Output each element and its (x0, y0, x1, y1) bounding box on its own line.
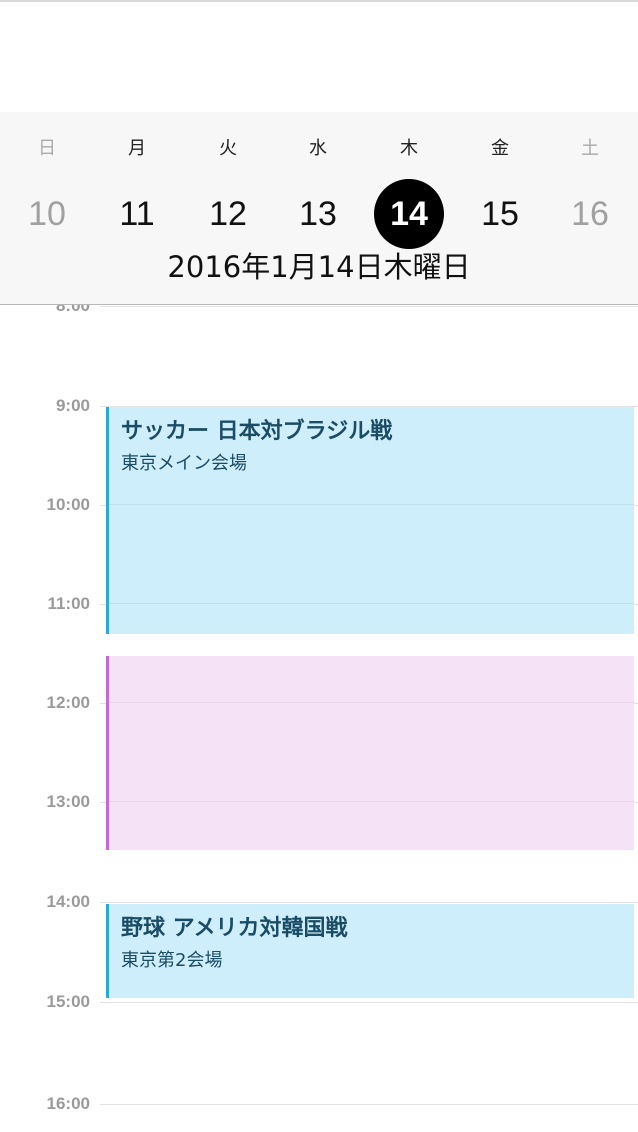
event-baseball[interactable]: 野球 アメリカ対韓国戦 東京第2会場 (106, 904, 634, 998)
event-title: 野球 アメリカ対韓国戦 (121, 916, 348, 941)
weekday-sat: 土 (581, 138, 599, 159)
week-header: 日 月 火 水 木 金 土 10 11 12 13 14 15 16 2016年… (0, 112, 638, 305)
hour-label: 9:00 (55, 396, 90, 415)
weekday-mon: 月 (128, 138, 146, 159)
hour-label: 8:00 (55, 305, 90, 315)
hour-label: 13:00 (46, 792, 90, 811)
weekday-wed: 水 (309, 138, 327, 159)
day-12[interactable]: 12 (183, 182, 273, 246)
day-timeline[interactable]: 8:00 9:00 10:00 11:00 12:00 13:00 14:00 … (0, 305, 638, 1132)
event-location: 東京メイン会場 (121, 453, 247, 474)
weekday-sun: 日 (38, 138, 56, 159)
event-location: 東京第2会場 (121, 950, 223, 971)
hour-row: 8:00 (0, 305, 638, 326)
hour-label: 12:00 (46, 693, 90, 712)
weekday-tue: 火 (219, 138, 237, 159)
hour-label: 16:00 (46, 1094, 90, 1113)
day-11[interactable]: 11 (92, 182, 182, 246)
day-16[interactable]: 16 (545, 182, 635, 246)
hour-row: 15:00 (0, 992, 638, 1022)
day-14-selected[interactable]: 14 (364, 179, 454, 249)
hour-label: 15:00 (46, 992, 90, 1011)
hour-label: 10:00 (46, 495, 90, 514)
weekday-thu: 木 (400, 138, 418, 159)
day-15[interactable]: 15 (455, 182, 545, 246)
event-untitled[interactable] (106, 656, 634, 850)
top-border (0, 0, 638, 2)
hour-row: 16:00 (0, 1094, 638, 1124)
day-10[interactable]: 10 (2, 182, 92, 246)
day-13[interactable]: 13 (273, 182, 363, 246)
selected-date-title: 2016年1月14日木曜日 (167, 250, 471, 284)
weekday-fri: 金 (491, 138, 509, 159)
event-soccer[interactable]: サッカー 日本対ブラジル戦 東京メイン会場 (106, 407, 634, 634)
event-title: サッカー 日本対ブラジル戦 (121, 419, 393, 444)
selected-day-label: 14 (374, 179, 444, 249)
hour-label: 14:00 (46, 892, 90, 911)
hour-label: 11:00 (47, 594, 90, 613)
